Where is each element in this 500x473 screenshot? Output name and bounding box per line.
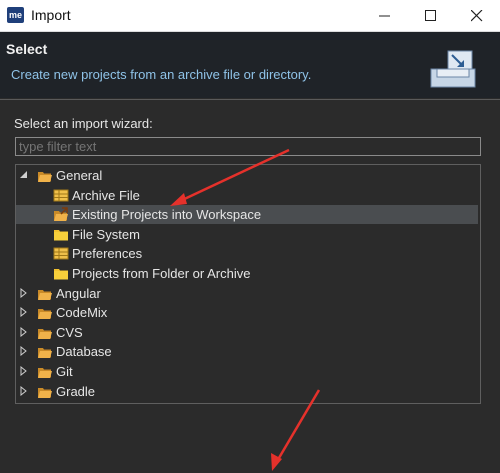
annotation-arrow-top (177, 148, 290, 204)
annotation-arrows (170, 148, 321, 471)
annotation-arrowhead-top (170, 193, 187, 206)
annotation-arrow-bottom (274, 389, 321, 464)
